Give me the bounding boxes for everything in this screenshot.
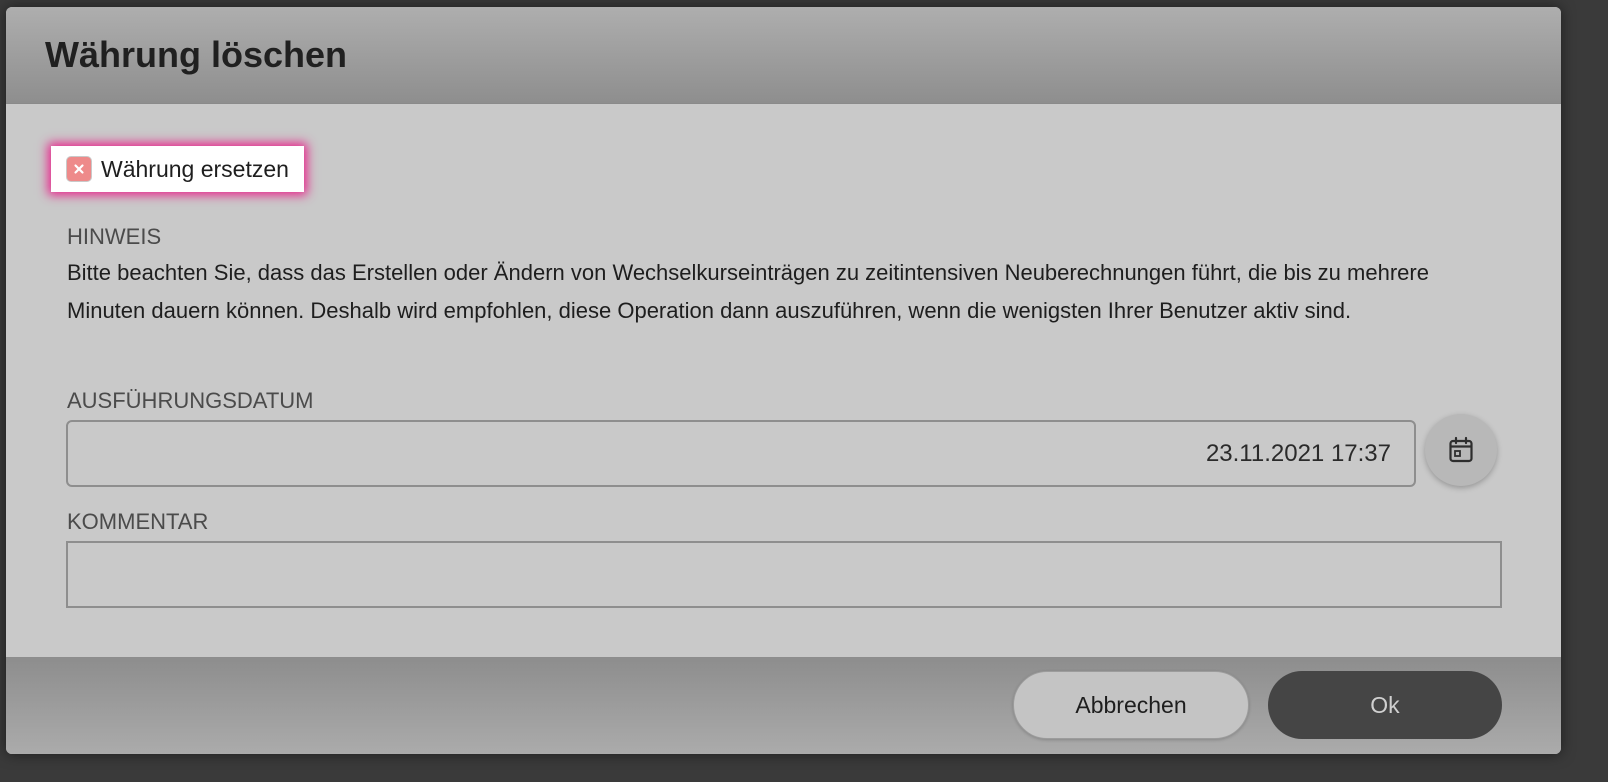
dialog-footer: Abbrechen Ok — [6, 657, 1561, 754]
delete-currency-dialog: Währung löschen Währung ersetzen HINWEIS… — [6, 7, 1561, 754]
cancel-button[interactable]: Abbrechen — [1013, 671, 1249, 739]
replace-currency-toggle[interactable]: Währung ersetzen — [51, 146, 304, 192]
replace-currency-checkbox[interactable] — [66, 156, 92, 182]
calendar-button[interactable] — [1425, 414, 1497, 486]
execution-date-label: AUSFÜHRUNGSDATUM — [67, 388, 314, 413]
notice-heading: HINWEIS — [67, 224, 162, 249]
comment-input[interactable] — [66, 541, 1502, 608]
execution-date-input[interactable] — [66, 420, 1416, 487]
notice-text: Bitte beachten Sie, dass das Erstellen o… — [67, 260, 1429, 323]
replace-currency-label: Währung ersetzen — [101, 155, 289, 182]
comment-label: KOMMENTAR — [67, 509, 209, 534]
dialog-body: Währung ersetzen HINWEIS Bitte beachten … — [6, 104, 1561, 657]
close-icon — [74, 164, 84, 174]
dialog-header: Währung löschen — [6, 7, 1561, 104]
dialog-title: Währung löschen — [45, 34, 348, 75]
ok-button[interactable]: Ok — [1268, 671, 1502, 739]
calendar-icon — [1449, 436, 1473, 463]
